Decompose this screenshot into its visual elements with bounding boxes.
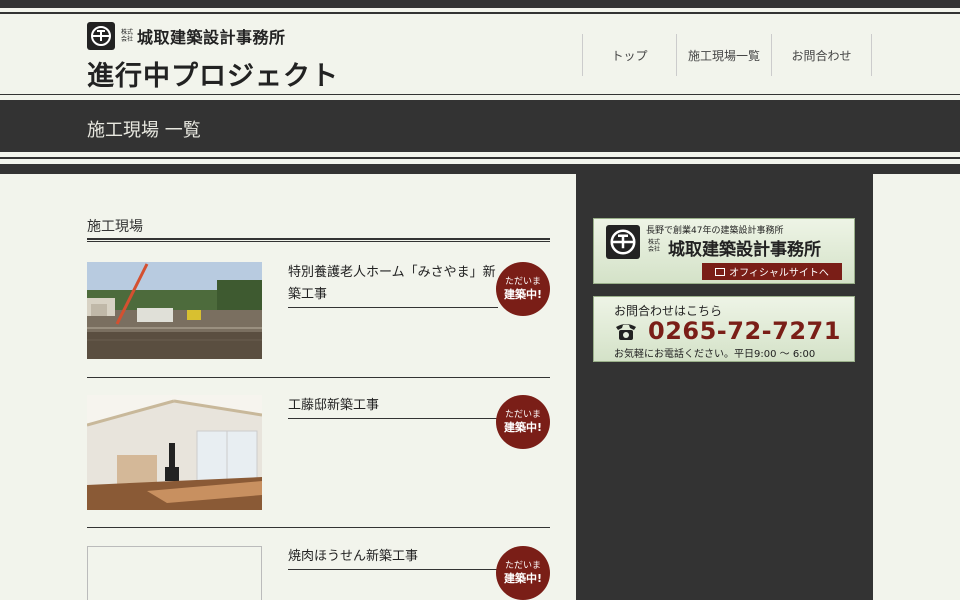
nav-item-contact[interactable]: お問合わせ <box>771 34 872 76</box>
section-divider <box>87 238 550 242</box>
header-divider <box>0 94 960 95</box>
company-logo-icon <box>87 22 115 50</box>
main-nav: トップ 施工現場一覧 お問合わせ <box>582 34 872 76</box>
item-divider <box>87 527 550 528</box>
item-title[interactable]: 特別養護老人ホーム「みさやま」新築工事 <box>288 262 498 306</box>
official-site-button[interactable]: オフィシャルサイトへ <box>702 263 842 280</box>
kabushiki-kaisha-label: 株式 会社 <box>121 29 134 43</box>
section-title: 施工現場 <box>87 219 143 235</box>
site-title: 進行中プロジェクト <box>87 61 339 92</box>
top-bar <box>0 0 960 8</box>
phone-number[interactable]: 0265-72-7271 <box>648 317 841 345</box>
logo[interactable]: 株式 会社 城取建築設計事務所 <box>87 22 286 50</box>
banner-company-name: 城取建築設計事務所 <box>668 240 821 260</box>
item-title-underline <box>288 569 498 570</box>
band-divider <box>0 157 960 159</box>
nav-item-top[interactable]: トップ <box>582 34 676 76</box>
house-interior-photo[interactable] <box>87 395 262 510</box>
page-title: 施工現場 一覧 <box>87 120 201 141</box>
company-logo-icon <box>606 225 640 259</box>
item-title-underline <box>288 307 498 308</box>
item-divider <box>87 377 550 378</box>
item-title[interactable]: 焼肉ほうせん新築工事 <box>288 546 498 568</box>
nav-item-sites[interactable]: 施工現場一覧 <box>676 34 771 76</box>
contact-hours: お気軽にお電話ください。平日9:00 〜 6:00 <box>614 349 816 360</box>
telephone-icon <box>616 324 636 340</box>
item-title-underline <box>288 418 498 419</box>
no-image-placeholder[interactable] <box>87 546 262 600</box>
item-title[interactable]: 工藤邸新築工事 <box>288 395 498 417</box>
band-divider-thick <box>0 164 960 174</box>
official-site-banner[interactable]: 長野で創業47年の建築設計事務所 株式 会社 城取建築設計事務所 オフィシャルサ… <box>593 218 855 284</box>
header: 株式 会社 城取建築設計事務所 進行中プロジェクト トップ 施工現場一覧 お問合… <box>0 14 960 96</box>
construction-site-photo[interactable] <box>87 262 262 359</box>
under-construction-badge: ただいま 建築中! <box>496 546 550 600</box>
contact-banner[interactable]: お問合わせはこちら 0265-72-7271 お気軽にお電話ください。平日9:0… <box>593 296 855 362</box>
window-icon <box>715 267 726 276</box>
under-construction-badge: ただいま 建築中! <box>496 395 550 449</box>
kabushiki-kaisha-label: 株式 会社 <box>648 239 661 253</box>
company-name: 城取建築設計事務所 <box>137 28 286 47</box>
under-construction-badge: ただいま 建築中! <box>496 262 550 316</box>
